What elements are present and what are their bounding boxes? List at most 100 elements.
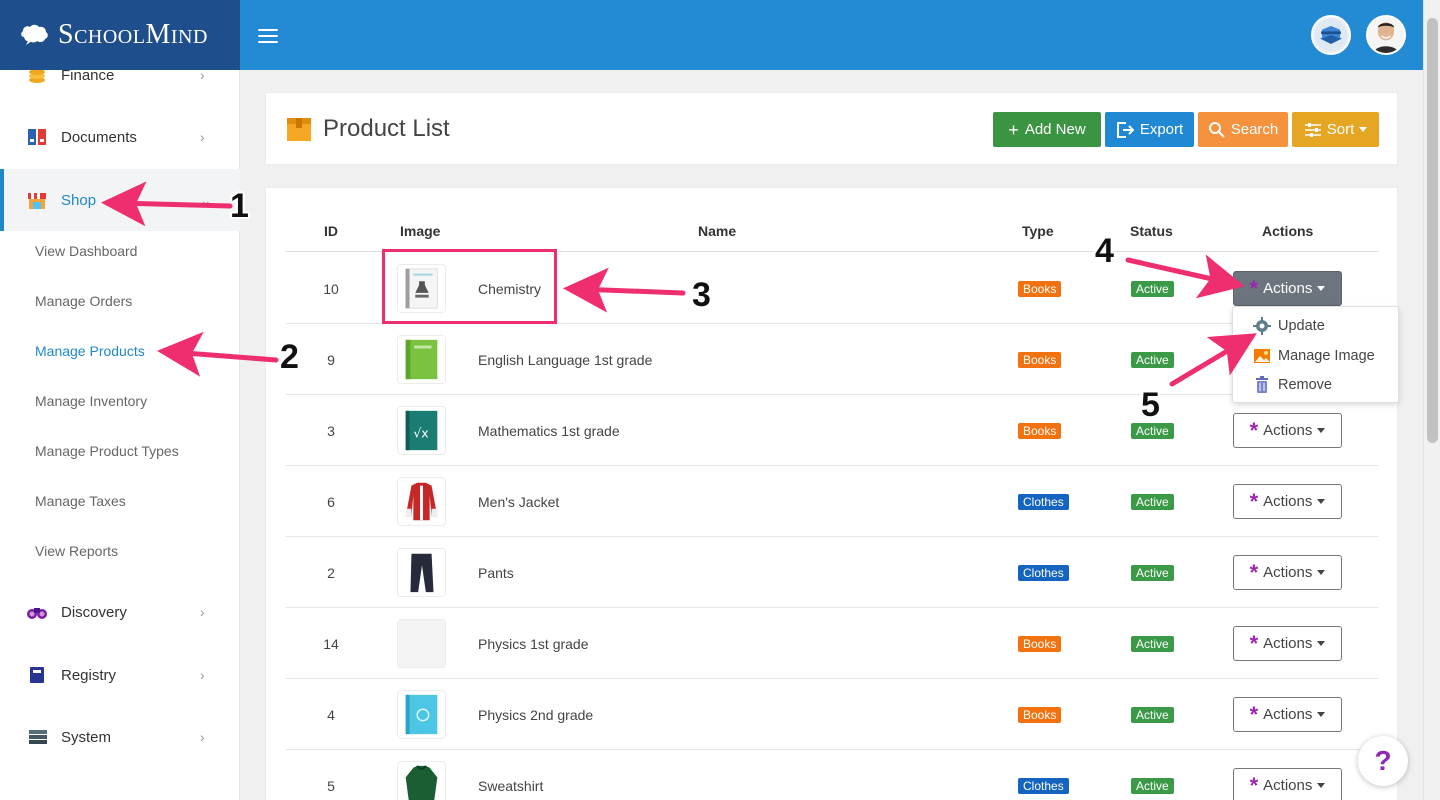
sidebar-item-discovery[interactable]: Discovery › [0, 581, 240, 643]
sidebar-item-label: Registry [61, 666, 117, 684]
status-badge: Active [1131, 352, 1174, 368]
annotation-number-2: 2 [280, 338, 299, 376]
actions-button[interactable]: *Actions [1233, 413, 1342, 448]
asterisk-icon: * [1249, 772, 1259, 798]
product-thumbnail[interactable] [397, 761, 446, 800]
search-label: Search [1230, 121, 1279, 138]
caret-down-icon [1317, 641, 1326, 646]
scroll-thumb[interactable] [1427, 18, 1438, 443]
cell-id: 9 [327, 352, 335, 368]
sidebar-item-system[interactable]: System › [0, 706, 240, 768]
cell-id: 5 [327, 778, 335, 794]
caret-down-icon [1317, 428, 1326, 433]
sidebar-subitem-manage-taxes[interactable]: Manage Taxes [35, 493, 126, 509]
status-badge: Active [1131, 565, 1174, 581]
image-icon [1254, 349, 1270, 363]
type-badge: Clothes [1018, 778, 1069, 794]
sidebar-item-documents[interactable]: Documents › [0, 106, 240, 168]
table-row: 6 Men's Jacket Clothes Active * Actions [286, 466, 1378, 537]
sidebar-subitem-manage-orders[interactable]: Manage Orders [35, 293, 132, 309]
caret-down-icon [1317, 783, 1326, 788]
menu-item-update[interactable]: Update [1233, 312, 1398, 340]
sidebar-subitem-manage-inventory[interactable]: Manage Inventory [35, 393, 147, 409]
column-header-actions: Actions [1262, 223, 1314, 239]
menu-item-label: Remove [1278, 377, 1332, 393]
trash-icon [1256, 376, 1268, 393]
cell-id: 2 [327, 565, 335, 581]
product-thumbnail[interactable] [397, 619, 446, 668]
status-badge: Active [1131, 281, 1174, 297]
svg-text:√x: √x [413, 426, 428, 441]
column-header-id: ID [324, 223, 338, 239]
actions-label: Actions [1263, 706, 1313, 723]
type-badge: Books [1018, 423, 1062, 439]
type-badge: Clothes [1018, 565, 1069, 581]
sort-button[interactable]: Sort [1292, 112, 1379, 147]
menu-item-remove[interactable]: Remove [1233, 371, 1398, 399]
annotation-number-4: 4 [1095, 232, 1114, 270]
search-button[interactable]: Search [1198, 112, 1288, 147]
sidebar-subitem-view-dashboard[interactable]: View Dashboard [35, 243, 137, 259]
product-thumbnail[interactable] [397, 477, 446, 526]
cell-id: 10 [323, 281, 339, 297]
actions-button[interactable]: *Actions [1233, 626, 1342, 661]
sidebar-subitem-view-reports[interactable]: View Reports [35, 543, 118, 559]
actions-label: Actions [1263, 280, 1313, 297]
chevron-right-icon: › [200, 129, 205, 145]
product-thumbnail[interactable]: √x [397, 406, 446, 455]
table-row: 3 √x Mathematics 1st grade Books Active * Acti… [286, 395, 1378, 466]
asterisk-icon: * [1249, 488, 1259, 514]
chevron-right-icon: › [200, 604, 205, 620]
asterisk-icon: * [1249, 701, 1259, 727]
annotation-number-3: 3 [692, 276, 711, 314]
product-thumbnail[interactable] [397, 548, 446, 597]
binoculars-icon [27, 608, 47, 619]
column-header-name: Name [698, 223, 737, 239]
status-badge: Active [1131, 636, 1174, 652]
gear-icon [1253, 317, 1271, 335]
cell-name: Physics 1st grade [478, 636, 589, 652]
cell-id: 4 [327, 707, 335, 723]
actions-button[interactable]: *Actions [1233, 484, 1342, 519]
asterisk-icon: * [1249, 630, 1259, 656]
school-avatar[interactable] [1311, 15, 1351, 55]
book-icon [30, 667, 44, 683]
sidebar-item-label: Documents [61, 128, 137, 146]
actions-label: Actions [1263, 777, 1313, 794]
menu-item-manage-image[interactable]: Manage Image [1233, 342, 1398, 370]
cell-name: Men's Jacket [478, 494, 560, 510]
cell-id: 14 [323, 636, 339, 652]
top-bar [240, 0, 1423, 70]
cell-name: English Language 1st grade [478, 352, 653, 368]
actions-dropdown-menu: Update Manage Image Remove [1232, 306, 1399, 403]
page-scrollbar[interactable] [1423, 0, 1440, 800]
brand[interactable]: SchoolMind [0, 0, 240, 70]
product-thumbnail[interactable] [397, 335, 446, 384]
asterisk-icon: * [1249, 275, 1259, 301]
export-button[interactable]: Export [1105, 112, 1194, 147]
sidebar-item-registry[interactable]: Registry › [0, 644, 240, 706]
sidebar-subitem-manage-product-types[interactable]: Manage Product Types [35, 443, 179, 459]
sidebar-item-label: Shop [61, 191, 97, 209]
actions-button[interactable]: *Actions [1233, 555, 1342, 590]
actions-button[interactable]: *Actions [1233, 271, 1342, 306]
sidebar-item-label: System [61, 728, 112, 746]
caret-down-icon [1359, 127, 1368, 132]
annotation-number-5: 5 [1141, 386, 1160, 424]
status-badge: Active [1131, 707, 1174, 723]
user-avatar[interactable] [1366, 15, 1406, 55]
sidebar-subitem-manage-products[interactable]: Manage Products [35, 343, 145, 359]
menu-toggle-icon[interactable] [258, 29, 278, 43]
add-new-button[interactable]: + Add New [993, 112, 1101, 147]
caret-down-icon [1317, 712, 1326, 717]
status-badge: Active [1131, 494, 1174, 510]
actions-button[interactable]: *Actions [1233, 697, 1342, 732]
actions-label: Actions [1263, 422, 1313, 439]
annotation-number-1: 1 [230, 187, 249, 225]
product-thumbnail[interactable] [397, 690, 446, 739]
actions-button[interactable]: *Actions [1233, 768, 1342, 800]
status-badge: Active [1131, 423, 1174, 439]
help-button[interactable]: ? [1358, 736, 1408, 786]
server-icon [29, 730, 47, 744]
sidebar-item-shop[interactable]: Shop ⌄ [0, 169, 240, 231]
